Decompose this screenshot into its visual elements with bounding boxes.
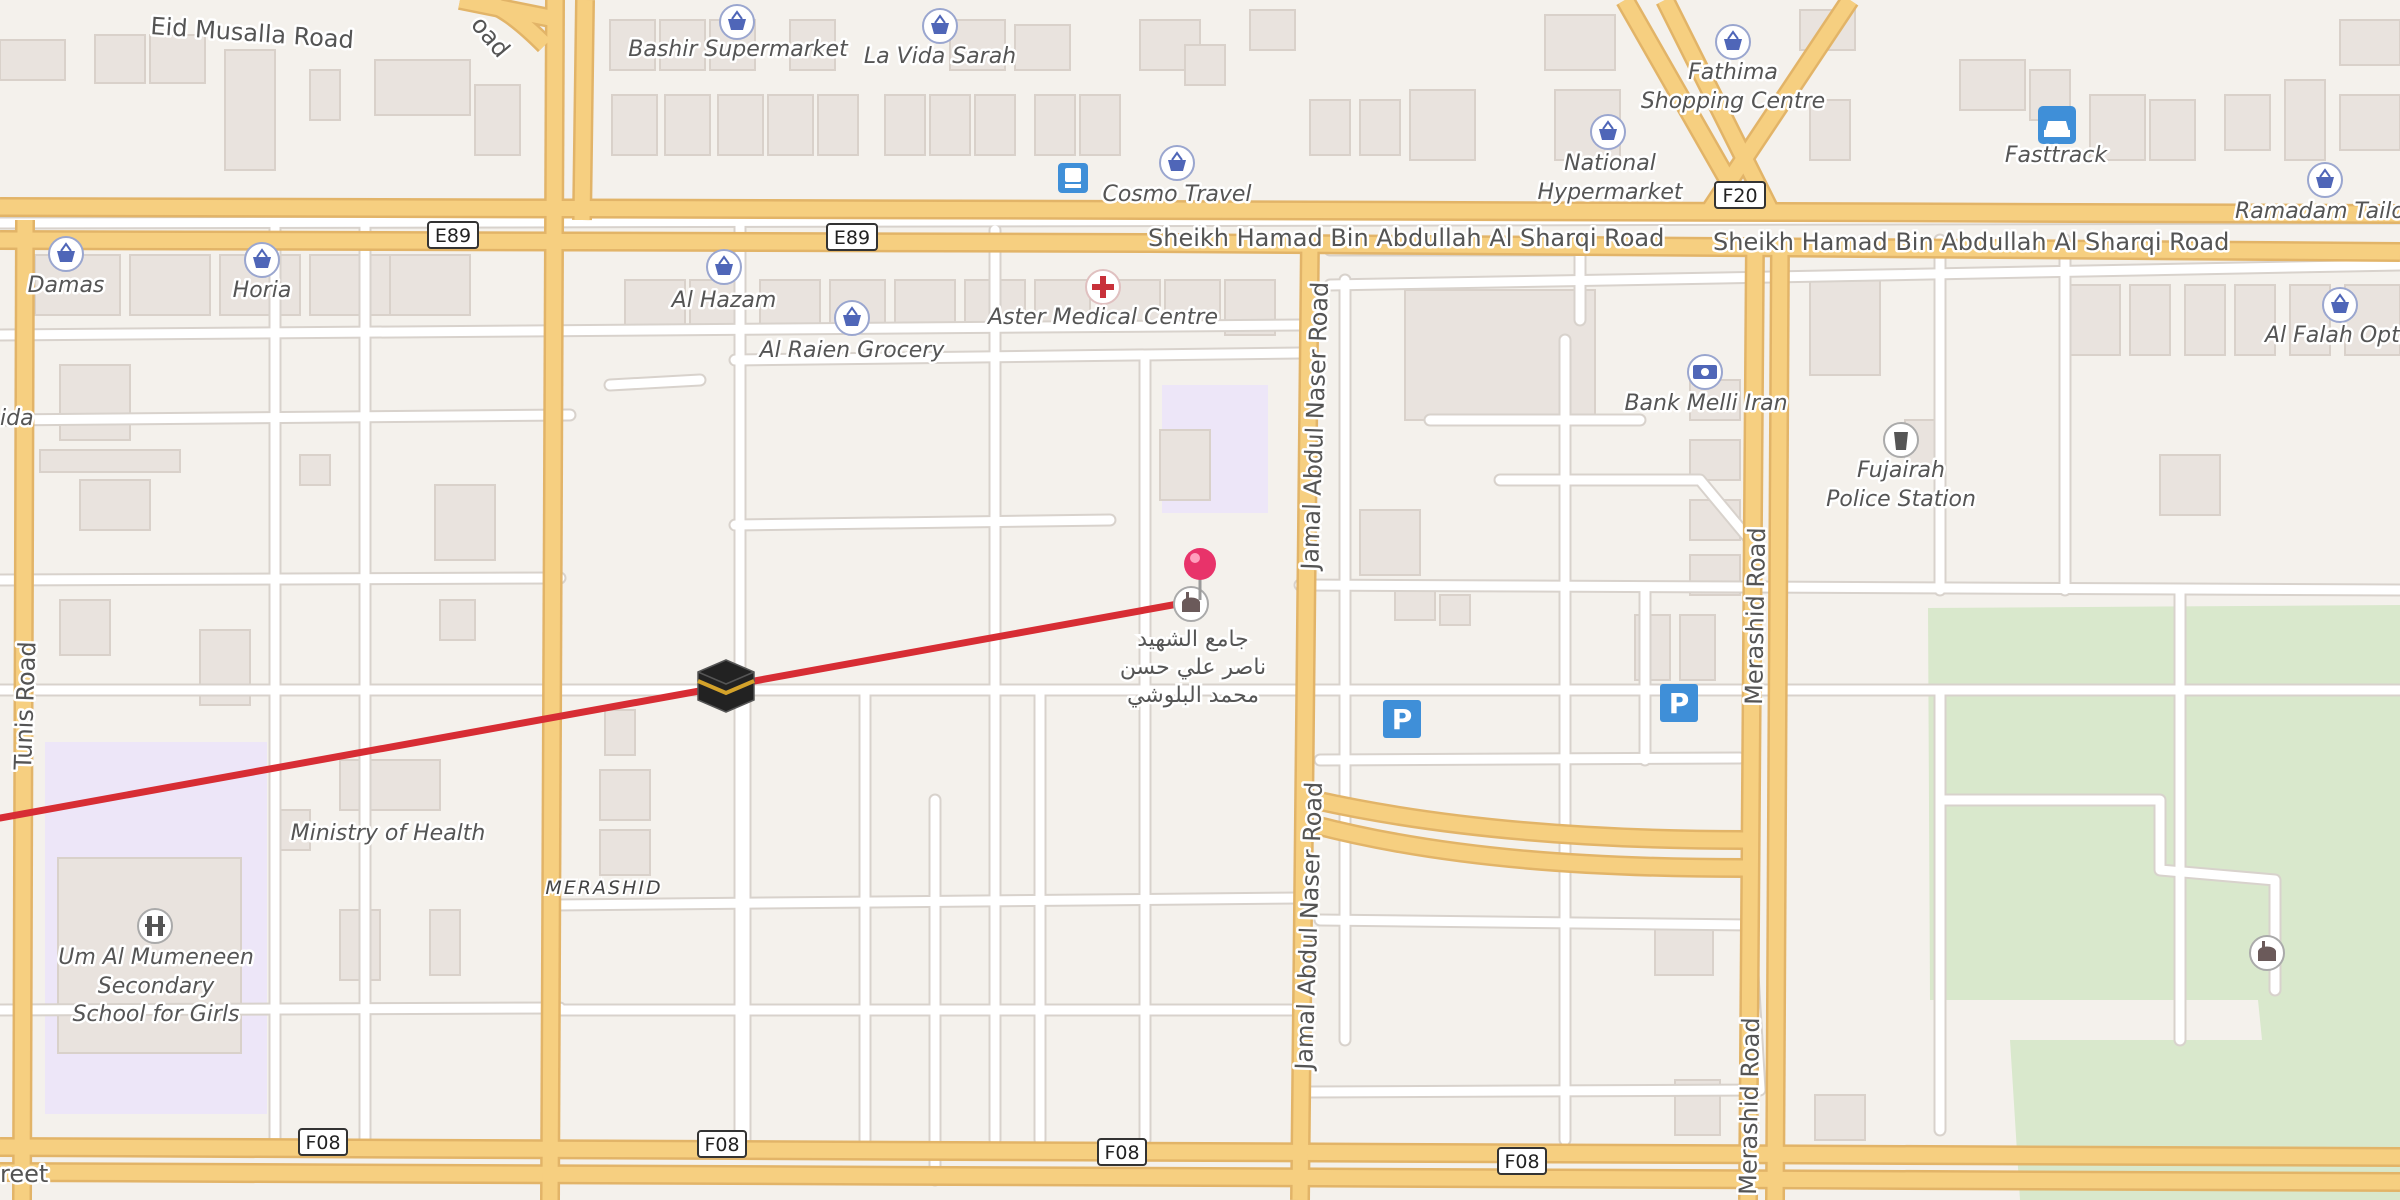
medical-cross-icon[interactable]	[1085, 269, 1121, 305]
poi-label-aster[interactable]: Aster Medical Centre	[983, 303, 1220, 333]
poi-label-al-hazam[interactable]: Al Hazam	[667, 286, 779, 316]
svg-text:F20: F20	[1722, 185, 1757, 207]
poi-label-school-1[interactable]: Um Al Mumeneen	[56, 943, 257, 973]
shopping-basket-icon[interactable]	[719, 4, 755, 40]
mosque-icon[interactable]	[1173, 586, 1209, 622]
shopping-basket-icon[interactable]	[1590, 114, 1626, 150]
school-icon[interactable]	[137, 908, 173, 944]
poi-label-al-falah[interactable]: Al Falah Optic	[2261, 321, 2400, 351]
svg-text:E89: E89	[435, 225, 471, 247]
shield-f08-2: F08	[697, 1130, 747, 1158]
kaaba-icon[interactable]	[697, 659, 755, 713]
shield-f08-4: F08	[1497, 1147, 1547, 1175]
svg-text:F08: F08	[305, 1132, 340, 1154]
poi-label-police-1[interactable]: Fujairah	[1855, 456, 1948, 486]
mosque-icon[interactable]	[2249, 935, 2285, 971]
poi-label-horia[interactable]: Horia	[230, 276, 294, 306]
svg-text:F08: F08	[704, 1134, 739, 1156]
street-label-merashid-north: Merashid Road	[1740, 527, 1771, 705]
svg-text:F08: F08	[1104, 1142, 1139, 1164]
parking-icon[interactable]: P	[1383, 700, 1421, 738]
poi-label-ramadam[interactable]: Ramadam Tailor	[2233, 197, 2400, 227]
poi-label-mosque-2[interactable]: ناصر علي حسن	[1117, 653, 1268, 683]
map-canvas[interactable]: Eid Musalla Road oad Sheikh Hamad Bin Ab…	[0, 0, 2400, 1200]
svg-text:P: P	[1392, 703, 1413, 736]
poi-label-national-2[interactable]: Hypermarket	[1535, 178, 1686, 208]
street-label-street-fragment: reet	[0, 1160, 48, 1188]
poi-label-national-1[interactable]: National	[1562, 149, 1659, 179]
poi-label-mosque-1[interactable]: جامع الشهيد	[1135, 625, 1252, 655]
poi-label-police-2[interactable]: Police Station	[1824, 485, 1979, 515]
bank-icon[interactable]	[1687, 354, 1723, 390]
district-label-merashid: MERASHID	[545, 877, 662, 899]
shield-e89-mid: E89	[826, 223, 878, 251]
bus-stop-icon[interactable]	[1058, 163, 1088, 193]
poi-label-ministry[interactable]: Ministry of Health	[288, 819, 488, 849]
svg-text:E89: E89	[834, 227, 870, 249]
poi-label-mosque-3[interactable]: محمد البلوشي	[1124, 681, 1261, 711]
poi-label-ida[interactable]: ida	[0, 404, 36, 434]
street-label-sheikh-hamad-2: Sheikh Hamad Bin Abdullah Al Sharqi Road	[1713, 228, 2229, 256]
street-label-tunis: Tunis Road	[9, 641, 42, 771]
svg-text:P: P	[1669, 687, 1690, 720]
svg-text:F08: F08	[1504, 1151, 1539, 1173]
poi-label-cosmo[interactable]: Cosmo Travel	[1100, 180, 1254, 210]
poi-label-school-2[interactable]: Secondary	[95, 972, 217, 1002]
shopping-basket-icon[interactable]	[244, 242, 280, 278]
poi-label-fathima-1[interactable]: Fathima	[1686, 58, 1781, 88]
car-rental-icon[interactable]	[2038, 106, 2076, 144]
shopping-basket-icon[interactable]	[922, 8, 958, 44]
shopping-basket-icon[interactable]	[2322, 287, 2358, 323]
poi-label-bashir[interactable]: Bashir Supermarket	[626, 35, 852, 65]
street-label-sheikh-hamad-1: Sheikh Hamad Bin Abdullah Al Sharqi Road	[1148, 224, 1664, 252]
police-icon[interactable]	[1883, 422, 1919, 458]
poi-label-fasttrack[interactable]: Fasttrack	[2002, 141, 2110, 171]
shield-e89-left: E89	[427, 221, 479, 249]
poi-label-fathima-2[interactable]: Shopping Centre	[1638, 87, 1827, 117]
map-view[interactable]: Eid Musalla Road oad Sheikh Hamad Bin Ab…	[0, 0, 2400, 1200]
poi-label-bank-melli[interactable]: Bank Melli Iran	[1622, 389, 1790, 419]
shopping-basket-icon[interactable]	[1715, 24, 1751, 60]
shield-f08-3: F08	[1097, 1138, 1147, 1166]
shopping-basket-icon[interactable]	[48, 236, 84, 272]
shopping-basket-icon[interactable]	[1159, 145, 1195, 181]
poi-label-school-3[interactable]: School for Girls	[70, 1000, 242, 1030]
shopping-basket-icon[interactable]	[2307, 162, 2343, 198]
poi-label-damas[interactable]: Damas	[25, 271, 107, 301]
shopping-basket-icon[interactable]	[706, 249, 742, 285]
shopping-basket-icon[interactable]	[834, 300, 870, 336]
street-label-merashid-south: Merashid Road	[1734, 1017, 1765, 1195]
shield-f08-1: F08	[298, 1128, 348, 1156]
shield-f20: F20	[1714, 181, 1766, 209]
poi-label-la-vida[interactable]: La Vida Sarah	[861, 42, 1018, 72]
parking-icon[interactable]: P	[1660, 684, 1698, 722]
poi-label-al-raien[interactable]: Al Raien Grocery	[755, 336, 948, 366]
